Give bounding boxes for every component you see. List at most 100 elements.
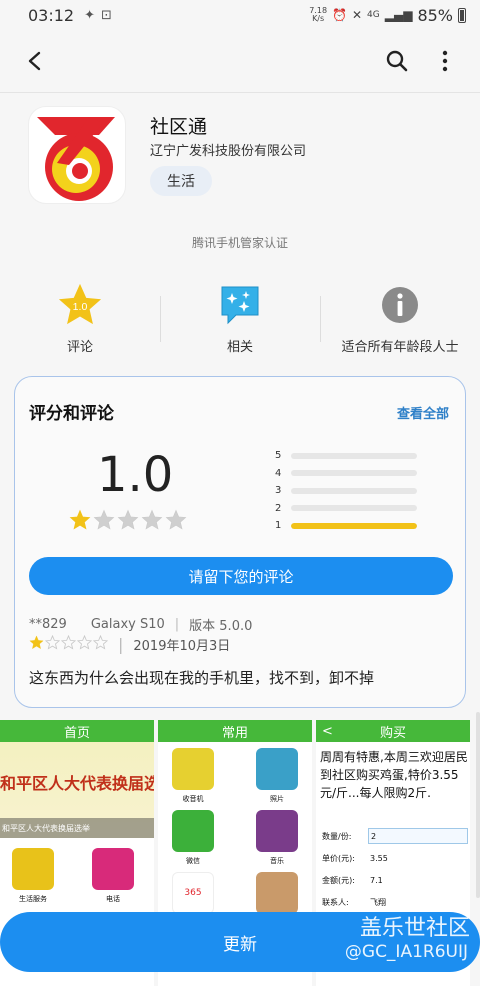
rating-distribution: 5 4 3 2 1: [275, 447, 425, 535]
badge-related[interactable]: 相关: [160, 282, 320, 362]
status-notification-icons: ✦ ⊡: [84, 8, 112, 23]
rating-bar-row: 2: [275, 500, 425, 518]
net-speed: 7.18 K/s: [309, 6, 328, 23]
rating-bar-track: [291, 452, 417, 459]
search-icon: [386, 50, 408, 72]
ratings-title: 评分和评论: [29, 404, 114, 424]
review-device: Galaxy S10: [90, 617, 165, 632]
screenshot-2-item: [256, 872, 298, 914]
star-filled-icon: [69, 509, 91, 535]
star-empty-icon: [44, 634, 61, 654]
star-icon: 1.0: [57, 282, 103, 328]
star-empty-icon: [60, 634, 77, 654]
photo-tile-icon: [256, 748, 298, 790]
star-empty-icon: [141, 509, 163, 535]
review-version: 版本 5.0.0: [189, 619, 253, 634]
certification-note: 腾讯手机管家认证: [191, 236, 288, 250]
screenshot-2-item: 照片: [256, 748, 298, 804]
back-arrow-icon: [28, 51, 41, 71]
app-logo-image: [37, 117, 115, 201]
vibrate-icon: ✕: [351, 8, 363, 22]
review-stars-row: | 2019年10月3日: [29, 634, 230, 654]
screenshot-3-form-row: 数量/份: 2: [322, 828, 468, 844]
alarm-icon: ⏰: [332, 8, 347, 22]
rating-bar-row: 3: [275, 482, 425, 500]
rating-bar-track: [291, 522, 417, 529]
badge-age-label: 适合所有年龄段人士: [341, 340, 459, 355]
rating-stars: [69, 509, 187, 535]
rating-bar-row: 4: [275, 465, 425, 483]
more-vert-icon: [442, 50, 448, 72]
category-tag[interactable]: 生活: [150, 166, 212, 196]
screenshot-3-form-row: 金额(元): 7.1: [322, 875, 383, 885]
write-review-button[interactable]: 请留下您的评论: [29, 557, 453, 595]
rating-bar-label: 2: [275, 502, 282, 514]
rating-bar-label: 3: [275, 485, 282, 497]
app-bar-divider: [0, 92, 480, 93]
screenshot-3-promo: 周周有特惠,本周三欢迎居民到社区购买鸡蛋,特价3.55元/斤...每人限购2斤.: [320, 750, 468, 800]
back-button[interactable]: [18, 44, 52, 78]
screenshot-3-back-icon: <: [322, 723, 333, 739]
badge-rating[interactable]: 1.0 评论: [0, 282, 160, 362]
notification-icon: ✦: [84, 7, 96, 23]
scroll-indicator[interactable]: [476, 712, 480, 898]
rating-bar-track: [291, 487, 417, 494]
wechat-tile-icon: [172, 810, 214, 852]
badge-age-rating[interactable]: 适合所有年龄段人士: [320, 282, 480, 362]
star-empty-icon: [92, 634, 109, 654]
app-title: 社区通: [150, 116, 208, 138]
screenshot-1-caption: 和平区人大代表换届选举: [0, 818, 154, 838]
network-type: 4G: [367, 10, 380, 20]
screenshot-2-title: 常用: [158, 720, 312, 742]
review-user: **829: [29, 617, 67, 632]
review-stars: [29, 634, 109, 654]
watermark-title: 盖乐世社区: [359, 916, 470, 941]
rating-bar-label: 1: [275, 520, 282, 532]
screenshot-1-item: 电话: [92, 848, 134, 904]
star-filled-icon: [29, 635, 44, 654]
365-tile-icon: 365: [172, 872, 214, 914]
screenshot-3-form-row: 联系人: 飞翔: [322, 897, 386, 907]
app-header: 社区通 辽宁广发科技股份有限公司 生活: [28, 106, 468, 216]
star-empty-icon: [165, 509, 187, 535]
view-all-link[interactable]: 查看全部: [397, 403, 449, 422]
badge-divider: [320, 296, 321, 342]
badge-rating-label: 评论: [66, 340, 93, 355]
music-tile-icon: [256, 810, 298, 852]
badge-related-label: 相关: [226, 340, 253, 355]
badge-rating-value: 1.0: [73, 301, 88, 313]
radio-tile-icon: [172, 748, 214, 790]
rating-bar-row: 5: [275, 447, 425, 465]
screenshot-2-item: 收音机: [172, 748, 214, 804]
battery-percent: 85%: [417, 5, 453, 25]
app-logo: [28, 106, 126, 204]
screenshot-1-banner-text: 和平区人大代表换届选举: [0, 774, 154, 793]
search-button[interactable]: [380, 44, 414, 78]
app-developer[interactable]: 辽宁广发科技股份有限公司: [150, 140, 306, 159]
phone-tile-icon: [92, 848, 134, 890]
star-empty-icon: [76, 634, 93, 654]
rating-bar-label: 5: [275, 450, 282, 462]
review-meta: **829 Galaxy S10 | 版本 5.0.0: [29, 615, 252, 634]
rating-bar-label: 4: [275, 467, 282, 479]
screenshot-2-item: 音乐: [256, 810, 298, 866]
battery-icon: [458, 7, 466, 23]
more-options-button[interactable]: [428, 44, 462, 78]
avatar-tile-icon: [256, 872, 298, 914]
rating-bar-row: 1: [275, 517, 425, 535]
signal-icon: ▂▄▆: [384, 8, 413, 22]
screenshot-1-item: 生活服务: [12, 848, 54, 904]
screenshot-3-form-row: 单价(元): 3.55: [322, 853, 388, 863]
screenshot-2-item: 微信: [172, 810, 214, 866]
meta-separator: |: [174, 617, 180, 632]
star-empty-icon: [93, 509, 115, 535]
app-bar: [0, 30, 480, 92]
status-time: 03:12: [28, 5, 75, 25]
status-bar: 03:12 ✦ ⊡ 7.18 K/s ⏰ ✕ 4G ▂▄▆ 85%: [0, 0, 480, 30]
rating-card: 评分和评论 查看全部 1.0 5 4 3 2 1 请留下您的评论 **829 Galax…: [14, 376, 466, 708]
wifi-status-icon: ⊡: [101, 7, 112, 23]
screenshot-3-title: < 购买: [316, 720, 470, 742]
rating-bar-track: [291, 505, 417, 512]
rating-score: 1.0: [97, 447, 174, 503]
rating-bar-track: [291, 470, 417, 477]
